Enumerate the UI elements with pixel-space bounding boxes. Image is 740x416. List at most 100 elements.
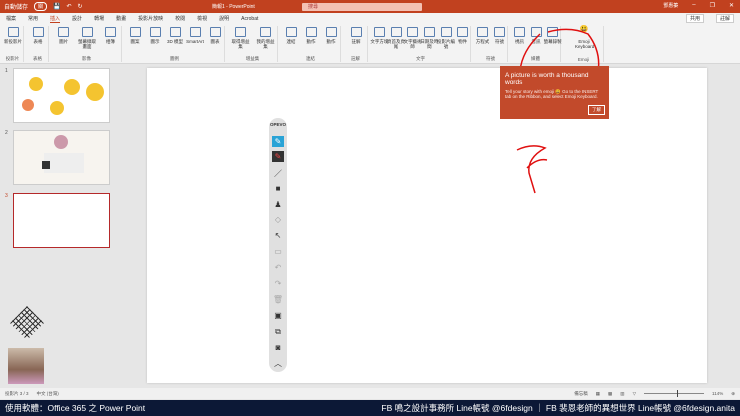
ribbon-button[interactable]: 符號 xyxy=(491,27,509,44)
tab-3[interactable]: 設計 xyxy=(72,15,82,22)
ribbon-button-label: 新投影片 xyxy=(4,39,22,44)
ribbon-button-label: 連結 xyxy=(286,39,296,44)
ribbon-button[interactable]: 動作 xyxy=(302,27,320,44)
search-input[interactable]: 搜尋 xyxy=(302,3,422,11)
tab-2[interactable]: 插入 xyxy=(50,15,61,23)
ribbon-button[interactable]: 圖片 xyxy=(55,27,73,44)
minimize-icon[interactable]: – xyxy=(692,2,695,9)
ribbon-button-label: SmartArt xyxy=(186,39,204,44)
ribbon-group-6: 註解 註解 xyxy=(344,26,368,62)
autosave-toggle[interactable]: 關 xyxy=(34,2,48,11)
ribbon-button[interactable]: 頁首及頁尾 xyxy=(387,27,405,49)
ribbon-button[interactable]: 表格 xyxy=(29,27,47,44)
crop-icon[interactable]: ⧉ xyxy=(272,326,284,337)
ribbon-button[interactable]: 圖表 xyxy=(206,27,224,44)
ribbon-button[interactable]: 我的增益集 xyxy=(257,27,275,49)
ribbon-button[interactable]: 註解 xyxy=(347,27,365,44)
trash-icon[interactable]: 🗑 xyxy=(272,294,284,305)
tab-8[interactable]: 檢視 xyxy=(197,15,207,22)
ribbon-button[interactable]: 日期及時間 xyxy=(420,27,438,49)
comments-button[interactable]: 註解 xyxy=(715,14,734,23)
tab-5[interactable]: 動畫 xyxy=(116,15,126,22)
ribbon-group-label: 影像 xyxy=(82,56,91,61)
slide-thumbnail-2[interactable] xyxy=(13,130,110,185)
ribbon-button-label: 相簿 xyxy=(105,39,115,44)
window-title: 簡報1 - PowerPoint xyxy=(212,4,255,10)
slide-thumbnail-3-selected[interactable] xyxy=(13,193,110,248)
ribbon-button[interactable]: 相簿 xyxy=(101,27,119,44)
zoom-level[interactable]: 114% xyxy=(712,391,723,396)
ribbon-button[interactable]: SmartArt xyxy=(186,27,204,44)
slide-number: 3 xyxy=(5,193,8,199)
opevo-toolbar: OPEVO ✎ ✎ ／ ■ ♟ ◇ ↖ ▭ ↶ ↷ 🗑 ▣ ⧉ ◙ ︿ xyxy=(269,118,287,372)
slide-number: 2 xyxy=(5,130,8,136)
undo-icon[interactable]: ↶ xyxy=(67,3,72,10)
close-icon[interactable]: ✕ xyxy=(729,2,734,9)
share-button[interactable]: 共用 xyxy=(685,14,704,23)
ribbon-group-4: 取得增益集 我的增益集 增益集 xyxy=(228,26,278,62)
redo-icon[interactable]: ↻ xyxy=(78,3,83,10)
language-status[interactable]: 中文 (台灣) xyxy=(37,391,59,397)
slide-thumbnail-1[interactable] xyxy=(13,68,110,123)
ribbon-button[interactable]: 圖示 xyxy=(146,27,164,44)
stamp-icon[interactable]: ♟ xyxy=(272,199,284,210)
tab-4[interactable]: 轉場 xyxy=(94,15,104,22)
collapse-icon[interactable]: ︿ xyxy=(272,358,284,369)
image-icon[interactable]: ▣ xyxy=(272,310,284,321)
tab-6[interactable]: 投影片放映 xyxy=(138,15,163,22)
slide-canvas[interactable] xyxy=(147,68,707,383)
slideshow-icon[interactable]: ▽ xyxy=(633,391,636,397)
ribbon-button[interactable]: 投影片編號 xyxy=(437,27,455,49)
restore-icon[interactable]: ❐ xyxy=(710,2,715,9)
ribbon-button-icon xyxy=(373,27,385,37)
pointer-icon[interactable]: ↖ xyxy=(272,230,284,241)
ribbon-button[interactable]: 螢幕擷取畫面 xyxy=(78,27,96,49)
pen-icon[interactable]: ／ xyxy=(272,168,284,179)
ribbon-button[interactable]: 物件 xyxy=(454,27,472,44)
save-icon[interactable]: 💾 xyxy=(53,3,60,10)
ribbon-button[interactable]: 動作 xyxy=(322,27,340,44)
ribbon-group-label: 註解 xyxy=(351,56,360,61)
ribbon-button[interactable]: 文字藝術師 xyxy=(404,27,422,49)
ribbon-tabs: 檔案 常用 插入 設計 轉場 動畫 投影片放映 校閱 檢視 說明 Acrobat xyxy=(0,13,740,24)
ribbon-button-label: 3D 模型 xyxy=(166,39,183,44)
tab-9[interactable]: 說明 xyxy=(219,15,229,22)
ribbon-button-icon xyxy=(440,27,452,37)
tab-1[interactable]: 常用 xyxy=(28,15,38,22)
ribbon-button-label: 動作 xyxy=(306,39,316,44)
ribbon-button[interactable]: 新投影片 xyxy=(4,27,22,44)
tab-10[interactable]: Acrobat xyxy=(241,16,258,22)
ribbon-button-label: 取得增益集 xyxy=(231,39,250,49)
ribbon-button[interactable]: 連結 xyxy=(282,27,300,44)
rectangle-icon[interactable]: ■ xyxy=(272,183,284,194)
ribbon-button[interactable]: 文字方塊 xyxy=(370,27,388,44)
presenter-webcam xyxy=(8,348,44,384)
red-pen-icon[interactable]: ✎ xyxy=(272,151,284,162)
ribbon-group-label: 文字 xyxy=(416,56,425,61)
fit-slide-icon[interactable]: ⊕ xyxy=(731,391,735,397)
reading-view-icon[interactable]: ▥ xyxy=(620,391,624,397)
zoom-slider[interactable] xyxy=(644,390,705,397)
normal-view-icon[interactable]: ▦ xyxy=(596,391,600,397)
user-name[interactable]: 鄧惠蓁 xyxy=(663,2,678,9)
ribbon-button-icon xyxy=(350,27,362,37)
ribbon-button[interactable]: 圖案 xyxy=(126,27,144,44)
ribbon-button[interactable]: 方程式 xyxy=(474,27,492,44)
clear-icon[interactable]: ▭ xyxy=(272,246,284,257)
sorter-view-icon[interactable]: ▩ xyxy=(608,391,612,397)
eraser-icon[interactable]: ◇ xyxy=(272,214,284,225)
undo-icon[interactable]: ↶ xyxy=(272,262,284,273)
ribbon-button-label: 圖示 xyxy=(150,39,160,44)
ribbon-button[interactable]: 取得增益集 xyxy=(232,27,250,49)
pen-select-icon[interactable]: ✎ xyxy=(272,136,284,147)
camera-icon[interactable]: ◙ xyxy=(272,342,284,353)
notes-button[interactable]: 備忘稿 xyxy=(574,391,588,397)
tab-7[interactable]: 校閱 xyxy=(175,15,185,22)
ribbon-group-3: 圖案 圖示 3D 模型 SmartArt 圖表 圖例 xyxy=(125,26,225,62)
ribbon-button[interactable]: 3D 模型 xyxy=(166,27,184,44)
tab-0[interactable]: 檔案 xyxy=(6,15,16,22)
redo-icon[interactable]: ↷ xyxy=(272,278,284,289)
ribbon-button-label: 表格 xyxy=(33,39,43,44)
ribbon-button-icon xyxy=(7,27,19,37)
tooltip-ok-button[interactable]: 了解 xyxy=(588,105,605,115)
